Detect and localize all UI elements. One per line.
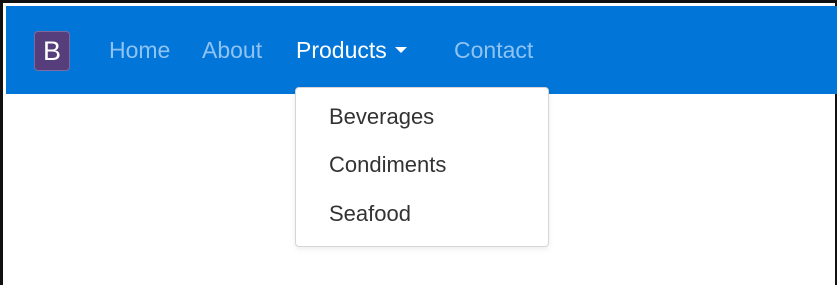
nav-link-products-label: Products [296, 37, 387, 63]
dropdown-item-condiments[interactable]: Condiments [329, 152, 446, 178]
products-dropdown-menu: Beverages Condiments Seafood [295, 87, 549, 247]
brand-logo[interactable]: B [34, 31, 70, 71]
caret-down-icon [394, 46, 407, 53]
dropdown-item-seafood[interactable]: Seafood [329, 201, 411, 227]
nav-link-products[interactable]: Products [296, 6, 407, 94]
page-frame: B Home About Products Contact Beverages … [0, 0, 837, 285]
dropdown-item-beverages[interactable]: Beverages [329, 104, 434, 130]
nav-link-home[interactable]: Home [109, 6, 170, 94]
nav-link-about[interactable]: About [202, 6, 262, 94]
nav-link-home-label: Home [109, 37, 171, 63]
nav-link-contact[interactable]: Contact [454, 6, 533, 94]
nav-link-contact-label: Contact [454, 37, 534, 63]
brand-label: B [42, 36, 61, 66]
navbar: B Home About Products Contact [6, 6, 837, 94]
nav-link-about-label: About [202, 37, 263, 63]
